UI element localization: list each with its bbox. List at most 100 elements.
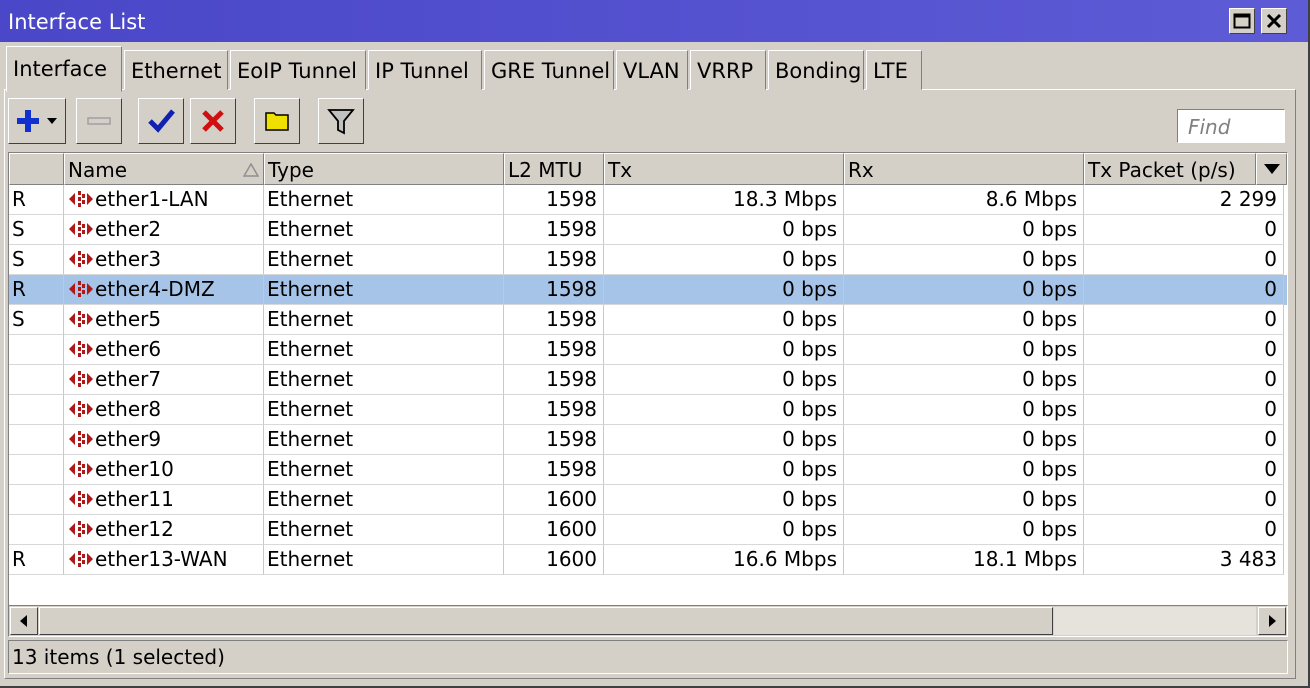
name-cell: ether1-LAN [64, 185, 264, 215]
tx-packet-cell-text: 0 [1264, 367, 1277, 391]
disable-button[interactable] [190, 98, 236, 144]
rx-cell: 0 bps [844, 515, 1084, 545]
name-cell: ether5 [64, 305, 264, 335]
maximize-icon [1233, 13, 1251, 29]
column-header-rx[interactable]: Rx [844, 153, 1084, 185]
red-x-icon [202, 110, 224, 132]
flag-cell [9, 395, 64, 425]
ethernet-interface-icon [67, 338, 95, 358]
tab-ethernet[interactable]: Ethernet [124, 50, 228, 90]
l2mtu-cell-text: 1598 [546, 337, 597, 361]
maximize-button[interactable] [1229, 8, 1255, 34]
flag-cell: R [9, 185, 64, 215]
rx-cell: 0 bps [844, 425, 1084, 455]
horizontal-scrollbar[interactable] [8, 605, 1288, 637]
column-chooser-button[interactable] [1256, 153, 1287, 185]
name-cell-text: ether4-DMZ [95, 277, 215, 301]
remove-button[interactable] [76, 98, 122, 144]
l2mtu-cell-text: 1598 [546, 457, 597, 481]
tx-cell: 0 bps [604, 245, 844, 275]
table-row[interactable]: ether8 Ethernet 1598 0 bps 0 bps 0 [9, 395, 1287, 425]
flag-cell: S [9, 215, 64, 245]
column-header-type[interactable]: Type [264, 153, 504, 185]
tab-gre-tunnel[interactable]: GRE Tunnel [484, 50, 614, 90]
tx-cell-text: 0 bps [782, 307, 837, 331]
l2mtu-cell: 1600 [504, 485, 604, 515]
table-row[interactable]: ether11 Ethernet 1600 0 bps 0 bps 0 [9, 485, 1287, 515]
l2mtu-cell-text: 1598 [546, 367, 597, 391]
tab-interface[interactable]: Interface [6, 46, 122, 92]
tab-bonding[interactable]: Bonding [768, 50, 864, 90]
tx-cell: 0 bps [604, 275, 844, 305]
table-row[interactable]: Rether4-DMZ Ethernet 1598 0 bps 0 bps 0 [9, 275, 1287, 305]
scroll-thumb[interactable] [39, 607, 1053, 635]
l2mtu-cell: 1598 [504, 275, 604, 305]
column-header-name[interactable]: Name [64, 153, 264, 185]
table-row[interactable]: Sether3 Ethernet 1598 0 bps 0 bps 0 [9, 245, 1287, 275]
table-row[interactable]: Sether2 Ethernet 1598 0 bps 0 bps 0 [9, 215, 1287, 245]
tx-cell-text: 0 bps [782, 487, 837, 511]
tx-cell-text: 0 bps [782, 277, 837, 301]
l2mtu-cell-text: 1598 [546, 307, 597, 331]
scroll-track[interactable] [1054, 607, 1256, 635]
ethernet-interface-icon [67, 518, 95, 538]
filter-button[interactable] [318, 98, 364, 144]
close-button[interactable] [1261, 8, 1287, 34]
column-header-flags[interactable] [9, 153, 64, 185]
type-cell: Ethernet [264, 425, 504, 455]
name-cell-text: ether8 [95, 397, 162, 421]
rx-cell: 0 bps [844, 365, 1084, 395]
tx-cell: 0 bps [604, 365, 844, 395]
tab-vrrp[interactable]: VRRP [690, 50, 766, 90]
name-cell: ether6 [64, 335, 264, 365]
l2mtu-cell: 1598 [504, 245, 604, 275]
tx-packet-cell-text: 0 [1264, 487, 1277, 511]
name-cell: ether7 [64, 365, 264, 395]
ethernet-interface-icon [67, 428, 95, 448]
comment-button[interactable] [254, 98, 300, 144]
column-header-tx[interactable]: Tx [604, 153, 844, 185]
table-row[interactable]: ether7 Ethernet 1598 0 bps 0 bps 0 [9, 365, 1287, 395]
title-bar[interactable]: Interface List [0, 0, 1308, 42]
tx-packet-cell-text: 0 [1264, 217, 1277, 241]
rx-cell: 0 bps [844, 455, 1084, 485]
name-cell: ether8 [64, 395, 264, 425]
find-input[interactable]: Find [1177, 109, 1285, 143]
tx-packet-cell: 0 [1084, 305, 1284, 335]
l2mtu-cell-text: 1600 [546, 487, 597, 511]
column-header-tx-packet[interactable]: Tx Packet (p/s) [1084, 153, 1256, 185]
l2mtu-cell: 1600 [504, 515, 604, 545]
tab-vlan[interactable]: VLAN [616, 50, 688, 90]
rx-cell-text: 0 bps [1022, 367, 1077, 391]
name-cell: ether4-DMZ [64, 275, 264, 305]
table-header: Name Type L2 MTU Tx Rx Tx Packet (p/s) [9, 153, 1287, 185]
l2mtu-cell: 1598 [504, 395, 604, 425]
tab-lte[interactable]: LTE [866, 50, 922, 90]
scroll-left-button[interactable] [10, 607, 38, 635]
name-cell: ether12 [64, 515, 264, 545]
table-row[interactable]: Rether13-WAN Ethernet 1600 16.6 Mbps 18.1 Mb… [9, 545, 1287, 575]
rx-cell: 0 bps [844, 215, 1084, 245]
table-row[interactable]: ether12 Ethernet 1600 0 bps 0 bps 0 [9, 515, 1287, 545]
table-row[interactable]: ether9 Ethernet 1598 0 bps 0 bps 0 [9, 425, 1287, 455]
arrow-right-icon [1269, 615, 1276, 627]
l2mtu-cell: 1598 [504, 185, 604, 215]
scroll-right-button[interactable] [1258, 607, 1286, 635]
tab-eoip-tunnel[interactable]: EoIP Tunnel [230, 50, 366, 90]
enable-button[interactable] [138, 98, 184, 144]
column-header-l2mtu[interactable]: L2 MTU [504, 153, 604, 185]
l2mtu-cell-text: 1598 [546, 187, 597, 211]
table-row[interactable]: Rether1-LAN Ethernet 1598 18.3 Mbps 8.6 Mbps… [9, 185, 1287, 215]
name-cell-text: ether13-WAN [95, 547, 228, 571]
flag-cell [9, 485, 64, 515]
flag-cell [9, 365, 64, 395]
tx-packet-cell: 3 483 [1084, 545, 1284, 575]
table-row[interactable]: ether6 Ethernet 1598 0 bps 0 bps 0 [9, 335, 1287, 365]
table-row[interactable]: Sether5 Ethernet 1598 0 bps 0 bps 0 [9, 305, 1287, 335]
flag-cell: S [9, 305, 64, 335]
tab-ip-tunnel[interactable]: IP Tunnel [368, 50, 482, 90]
rx-cell-text: 0 bps [1022, 457, 1077, 481]
l2mtu-cell-text: 1598 [546, 427, 597, 451]
table-row[interactable]: ether10 Ethernet 1598 0 bps 0 bps 0 [9, 455, 1287, 485]
add-button[interactable] [8, 98, 66, 144]
